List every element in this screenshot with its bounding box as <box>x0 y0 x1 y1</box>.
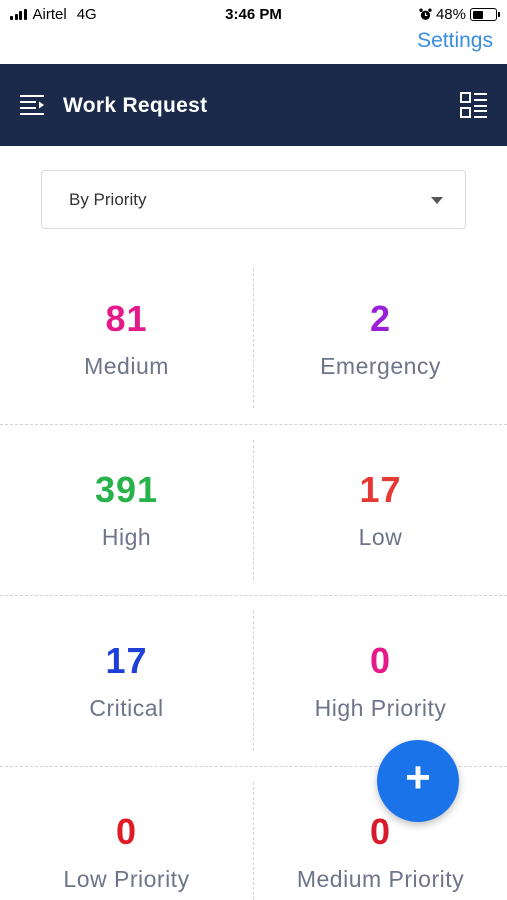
tile-label: Low Priority <box>63 866 190 892</box>
priority-dropdown[interactable]: By Priority <box>41 170 466 229</box>
filter-bar: By Priority <box>0 146 507 254</box>
tile-count: 17 <box>359 469 402 510</box>
battery-icon <box>470 8 500 21</box>
tile-label: Medium <box>84 353 169 379</box>
priority-tile-high[interactable]: 391 High <box>0 425 253 596</box>
tile-label: Medium Priority <box>296 866 465 892</box>
priority-tile-critical[interactable]: 17 Critical <box>0 596 253 767</box>
tile-count: 81 <box>105 298 148 339</box>
status-right: 48% <box>419 6 500 23</box>
battery-percent: 48% <box>435 6 466 23</box>
tile-label: High <box>101 524 152 550</box>
app-header: Work Request <box>0 64 507 146</box>
alarm-icon <box>419 8 432 20</box>
priority-tile-medium[interactable]: 81 Medium <box>0 254 253 425</box>
status-bar: Airtel 4G 3:46 PM 48% <box>0 0 507 30</box>
menu-icon[interactable] <box>20 94 48 116</box>
caret-down-icon <box>431 197 443 204</box>
priority-tile-high-priority[interactable]: 0 High Priority <box>254 596 507 767</box>
tile-count: 2 <box>369 298 392 339</box>
tile-count: 0 <box>369 640 392 681</box>
tile-count: 391 <box>94 469 159 510</box>
tile-label: Low <box>358 524 403 550</box>
priority-tile-low[interactable]: 17 Low <box>254 425 507 596</box>
tile-count: 0 <box>369 811 392 852</box>
tile-label: Critical <box>89 695 164 721</box>
dropdown-selected-value: By Priority <box>69 190 147 209</box>
list-view-icon[interactable] <box>459 91 489 121</box>
tile-count: 0 <box>115 811 138 852</box>
add-request-button[interactable]: + <box>377 740 459 822</box>
priority-tile-emergency[interactable]: 2 Emergency <box>254 254 507 425</box>
page-title: Work Request <box>63 94 208 117</box>
tile-label: Emergency <box>320 353 441 379</box>
priority-tile-low-priority[interactable]: 0 Low Priority <box>0 767 253 900</box>
tile-count: 17 <box>105 640 148 681</box>
settings-link[interactable]: Settings <box>417 29 493 53</box>
tile-label: High Priority <box>314 695 447 721</box>
plus-icon: + <box>405 753 431 802</box>
